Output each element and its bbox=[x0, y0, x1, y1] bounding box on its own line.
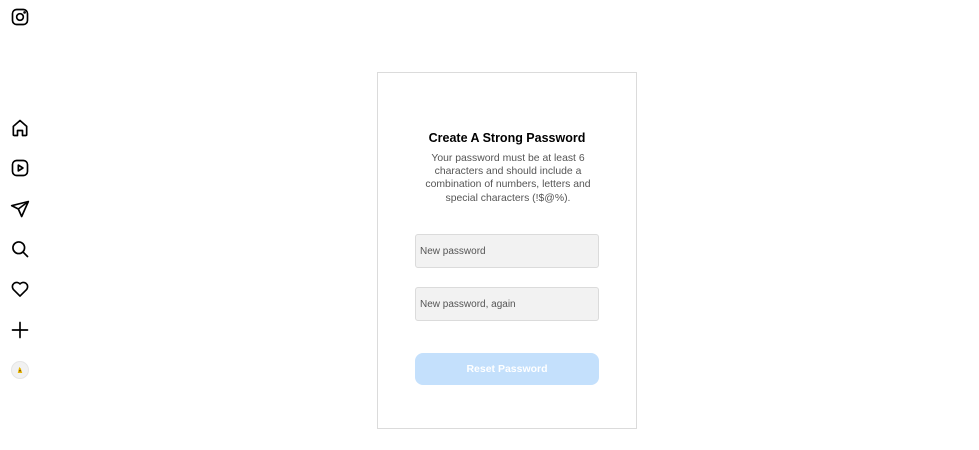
instagram-logo-icon[interactable] bbox=[9, 6, 31, 28]
reels-icon[interactable] bbox=[9, 157, 31, 179]
new-password-again-input[interactable] bbox=[415, 287, 599, 321]
home-icon[interactable] bbox=[9, 117, 31, 139]
messages-icon[interactable] bbox=[9, 198, 31, 220]
reset-password-button[interactable]: Reset Password bbox=[415, 353, 599, 385]
reset-password-card: Create A Strong Password Your password m… bbox=[377, 72, 637, 429]
sidebar-nav bbox=[0, 0, 40, 450]
new-password-input[interactable] bbox=[415, 234, 599, 268]
password-requirements-text: Your password must be at least 6 charact… bbox=[425, 153, 591, 204]
profile-avatar[interactable] bbox=[11, 361, 29, 379]
create-icon[interactable] bbox=[9, 319, 31, 341]
search-icon[interactable] bbox=[9, 238, 31, 260]
card-title: Create A Strong Password bbox=[428, 131, 586, 145]
notifications-icon[interactable] bbox=[9, 278, 31, 300]
